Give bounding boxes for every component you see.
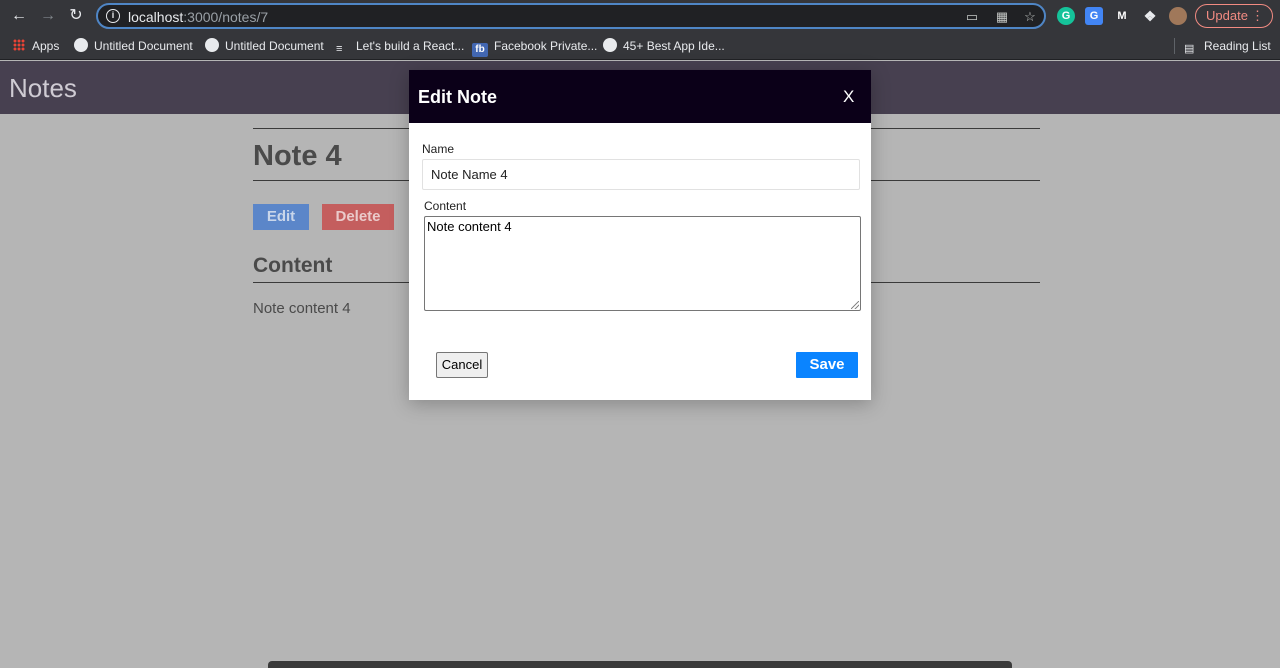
bookmark-apps[interactable]: Apps [13,37,59,55]
note-content: Note content 4 [253,300,351,317]
address-bar[interactable]: i localhost:3000/notes/7 ▭ ▦ ☆ [96,3,1046,29]
browser-toolbar: ← → ↻ i localhost:3000/notes/7 ▭ ▦ ☆ G G… [0,0,1280,32]
globe-icon [205,38,219,52]
close-button[interactable]: X [843,87,854,107]
globe-icon [74,38,88,52]
save-button[interactable]: Save [796,352,858,378]
grammarly-extension-icon[interactable]: G [1057,7,1075,25]
qr-code-icon[interactable]: ▦ [994,9,1010,25]
bookmarks-bar: Apps Untitled Document Untitled Document… [0,32,1280,60]
bookmark-star-icon[interactable]: ☆ [1022,9,1038,25]
note-title: Note 4 [253,140,342,172]
modal-title: Edit Note [418,87,497,107]
content-heading: Content [253,254,333,277]
bookmarks-separator [1174,38,1175,54]
profile-avatar[interactable] [1169,7,1187,25]
app-title[interactable]: Notes [9,73,77,104]
edit-note-modal: Edit Note X Name Note Name 4 Content Not… [409,70,871,400]
reload-icon[interactable]: ↻ [66,6,86,26]
medium-extension-icon[interactable]: M [1113,7,1131,25]
name-label: Name [422,142,455,156]
cast-icon[interactable]: ▭ [964,9,980,25]
more-menu-icon[interactable]: ⋮ [1251,5,1264,27]
translate-extension-icon[interactable]: G [1085,7,1103,25]
content-textarea[interactable]: Note content 4 [424,216,861,311]
content-label: Content [424,199,467,213]
edit-button[interactable]: Edit [253,204,309,230]
reading-list-button[interactable]: ▤ Reading List [1184,37,1271,55]
fb-icon: fb [472,43,488,57]
cancel-button[interactable]: Cancel [436,352,488,378]
name-input[interactable]: Note Name 4 [422,159,860,190]
bookmark-react[interactable]: ≡ Let's build a React... [336,37,464,55]
update-button[interactable]: Update ⋮ [1195,4,1273,28]
back-arrow-icon[interactable]: ← [9,6,29,26]
apps-grid-icon [13,39,25,51]
extensions-puzzle-icon[interactable]: ❖ [1141,7,1159,25]
globe-icon [603,38,617,52]
bookmark-facebook[interactable]: fb Facebook Private... [472,37,597,57]
site-info-icon[interactable]: i [106,9,120,23]
resize-handle-icon[interactable] [851,301,859,309]
bookmark-untitled-document-2[interactable]: Untitled Document [205,37,324,55]
list-icon: ≡ [336,43,343,55]
bookmark-untitled-document-1[interactable]: Untitled Document [74,37,193,55]
address-url[interactable]: localhost:3000/notes/7 [128,9,268,25]
page-bottom-edge [268,661,1012,668]
reading-list-icon: ▤ [1184,43,1195,55]
modal-header: Edit Note X [409,70,871,123]
delete-button[interactable]: Delete [322,204,394,230]
bookmark-best-app-ideas[interactable]: 45+ Best App Ide... [603,37,725,55]
forward-arrow-icon[interactable]: → [38,6,58,26]
